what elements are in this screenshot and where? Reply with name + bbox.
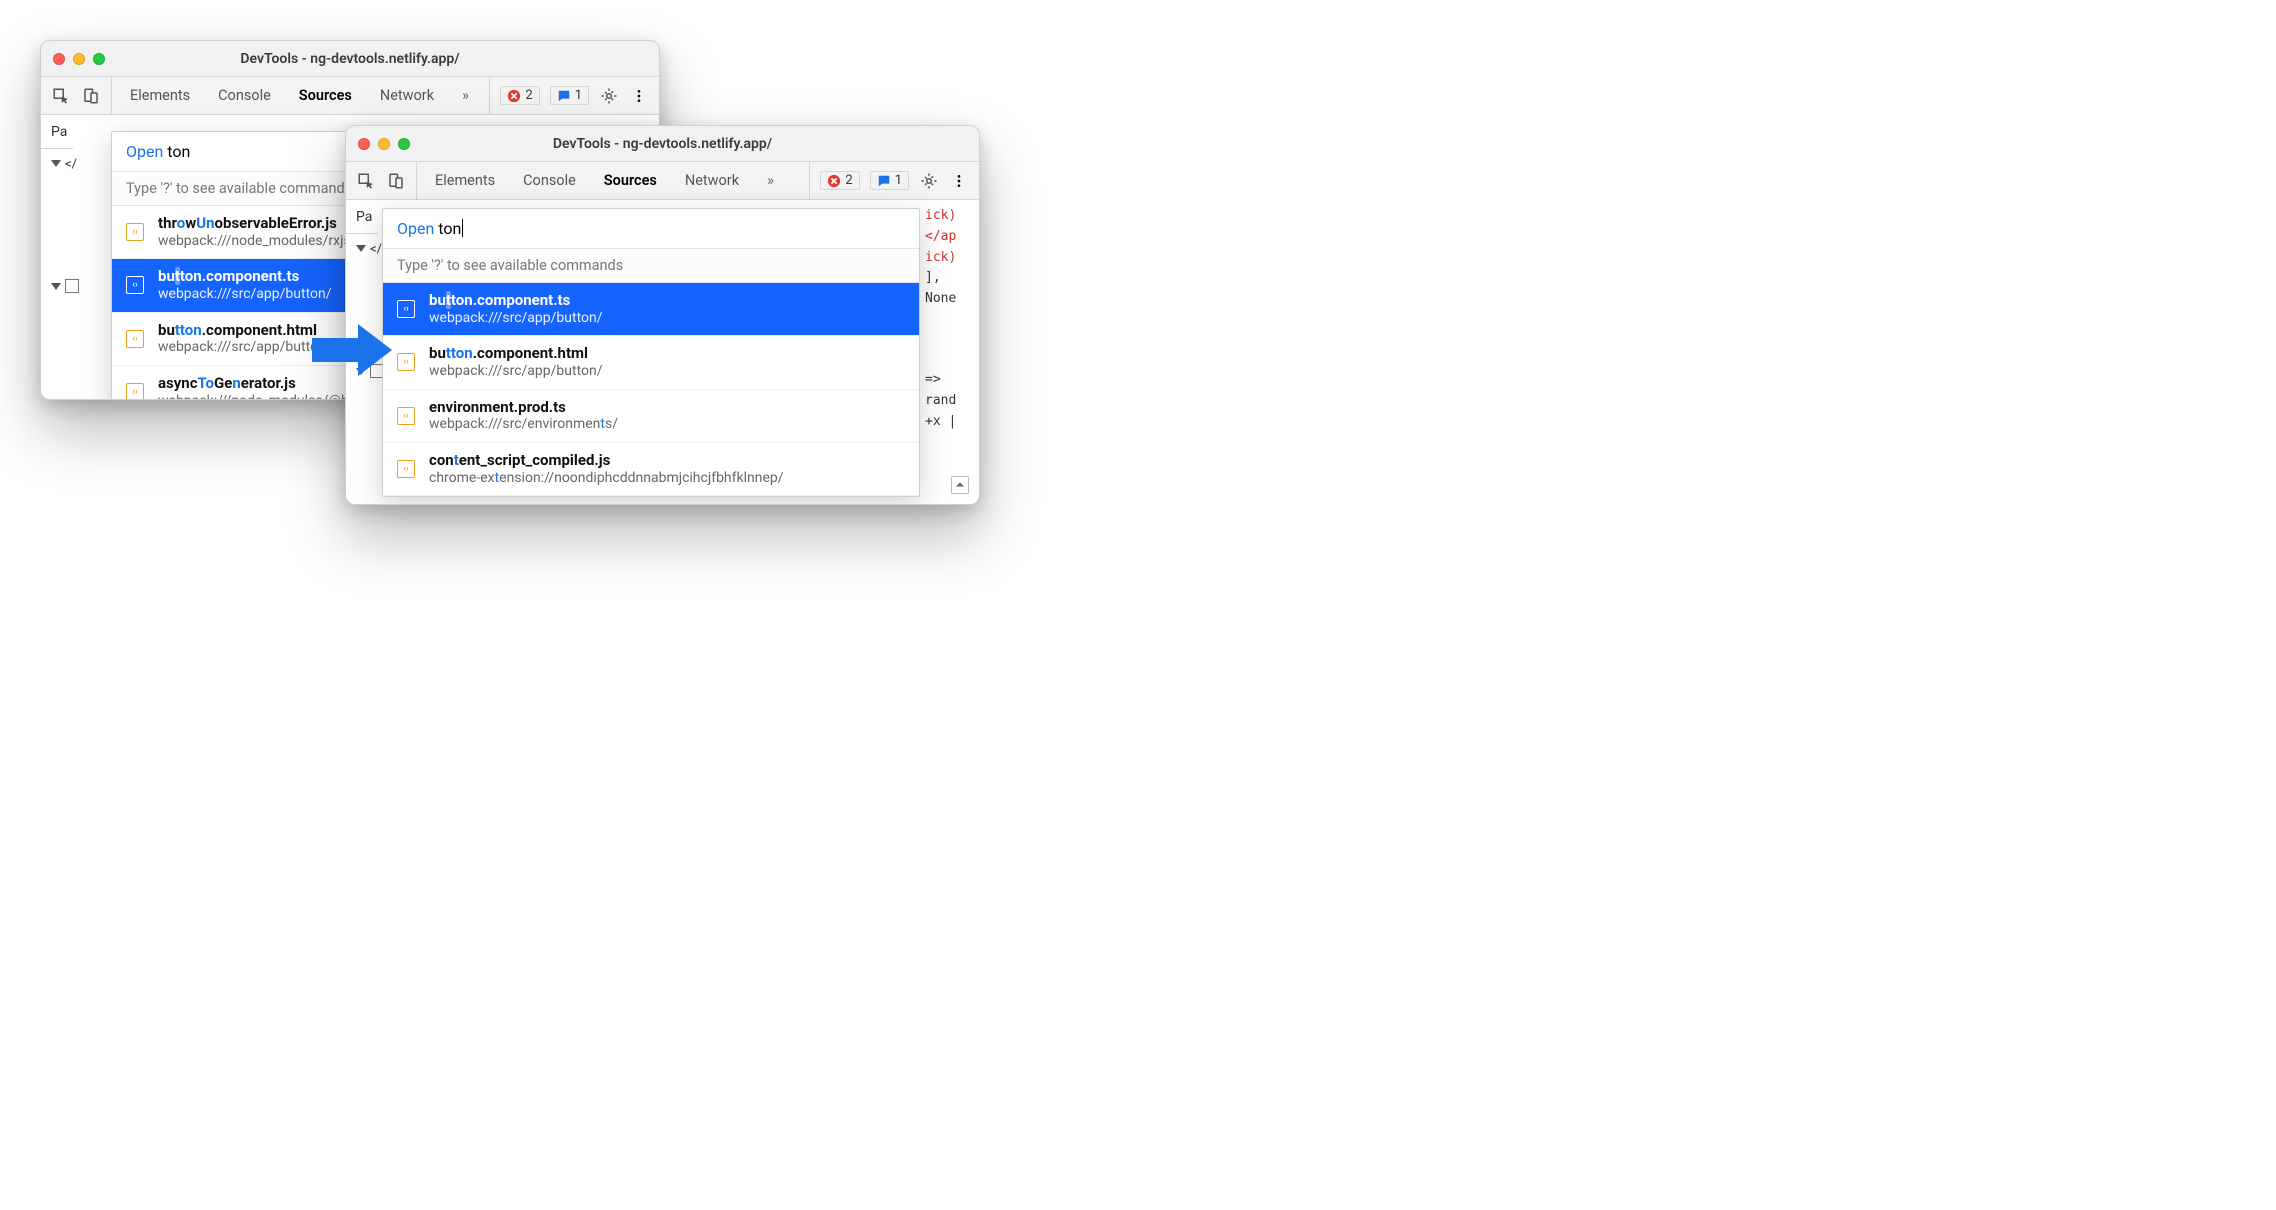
errors-count: 2: [845, 173, 852, 188]
messages-count: 1: [895, 173, 902, 188]
file-icon: ‹›: [397, 300, 415, 318]
file-icon: ‹›: [126, 383, 144, 400]
code-peek: ick)</apick)],None=>rand+x |: [917, 200, 979, 432]
device-toggle-icon[interactable]: [81, 86, 101, 106]
settings-icon[interactable]: [599, 86, 619, 106]
result-path: chrome-extension://noondiphcddnnabmjcihc…: [429, 470, 784, 488]
result-path: webpack:///src/app/button/: [429, 310, 603, 328]
result-path: webpack:///src/app/button/: [158, 286, 332, 304]
file-icon: ‹›: [397, 460, 415, 478]
file-icon: ‹›: [397, 353, 415, 371]
errors-count: 2: [525, 88, 532, 103]
tab-network[interactable]: Network: [380, 87, 434, 104]
inspect-element-icon[interactable]: [51, 86, 71, 106]
open-label: Open: [397, 219, 434, 238]
kebab-menu-icon[interactable]: [629, 86, 649, 106]
tab-console[interactable]: Console: [523, 172, 576, 189]
tab-sources[interactable]: Sources: [604, 172, 657, 189]
subpanel-tab[interactable]: Pa: [41, 115, 73, 149]
open-file-result[interactable]: ‹› button.component.tswebpack:///src/app/…: [383, 283, 919, 336]
open-file-hint: Type '?' to see available commands: [383, 249, 919, 283]
titlebar: DevTools - ng-devtools.netlify.app/: [346, 126, 979, 162]
file-icon: ‹›: [126, 330, 144, 348]
messages-count: 1: [575, 88, 582, 103]
device-toggle-icon[interactable]: [386, 171, 406, 191]
errors-badge[interactable]: 2: [500, 86, 539, 105]
open-label: Open: [126, 142, 163, 161]
more-tabs-icon[interactable]: »: [767, 172, 774, 189]
tab-console[interactable]: Console: [218, 87, 271, 104]
open-file-results: ‹›button.component.tswebpack:///src/app/…: [383, 283, 919, 496]
open-file-query: ton: [167, 142, 190, 161]
devtools-window-right: DevTools - ng-devtools.netlify.app/ Elem…: [345, 125, 980, 505]
result-path: webpack:///src/environments/: [429, 416, 618, 434]
open-file-input[interactable]: Open ton: [383, 209, 919, 249]
result-filename: content_script_compiled.js: [429, 451, 784, 470]
result-filename: button.component.ts: [158, 267, 332, 286]
subpanel-tab[interactable]: Pa: [346, 200, 378, 234]
devtools-tabbar: Elements Console Sources Network » 2 1: [41, 77, 659, 115]
open-file-result[interactable]: ‹› content_script_compiled.jschrome-exten…: [383, 443, 919, 496]
open-file-result[interactable]: ‹› environment.prod.tswebpack:///src/envi…: [383, 390, 919, 443]
window-title: DevTools - ng-devtools.netlify.app/: [41, 51, 659, 67]
result-filename: button.component.ts: [429, 291, 603, 310]
result-filename: button.component.html: [429, 344, 603, 363]
drawer-toggle-icon[interactable]: [951, 476, 969, 494]
messages-badge[interactable]: 1: [550, 86, 589, 105]
file-icon: ‹›: [397, 407, 415, 425]
settings-icon[interactable]: [919, 171, 939, 191]
navigator-tree-stub: </: [51, 153, 83, 300]
messages-badge[interactable]: 1: [870, 171, 909, 190]
window-title: DevTools - ng-devtools.netlify.app/: [346, 136, 979, 152]
result-path: webpack:///src/app/button/: [158, 339, 332, 357]
inspect-element-icon[interactable]: [356, 171, 376, 191]
tab-network[interactable]: Network: [685, 172, 739, 189]
tab-elements[interactable]: Elements: [130, 87, 190, 104]
open-file-popover: Open ton Type '?' to see available comma…: [382, 208, 920, 497]
result-filename: environment.prod.ts: [429, 398, 618, 417]
arrow-icon: [312, 320, 392, 380]
file-icon: ‹›: [126, 276, 144, 294]
tab-sources[interactable]: Sources: [299, 87, 352, 104]
file-icon: ‹›: [126, 223, 144, 241]
open-file-result[interactable]: ‹› button.component.htmlwebpack:///src/ap…: [383, 336, 919, 389]
result-filename: button.component.html: [158, 321, 332, 340]
tab-elements[interactable]: Elements: [435, 172, 495, 189]
errors-badge[interactable]: 2: [820, 171, 859, 190]
result-path: webpack:///src/app/button/: [429, 363, 603, 381]
more-tabs-icon[interactable]: »: [462, 87, 469, 104]
kebab-menu-icon[interactable]: [949, 171, 969, 191]
devtools-tabbar: Elements Console Sources Network » 2 1: [346, 162, 979, 200]
titlebar: DevTools - ng-devtools.netlify.app/: [41, 41, 659, 77]
open-file-query: ton: [438, 219, 463, 238]
